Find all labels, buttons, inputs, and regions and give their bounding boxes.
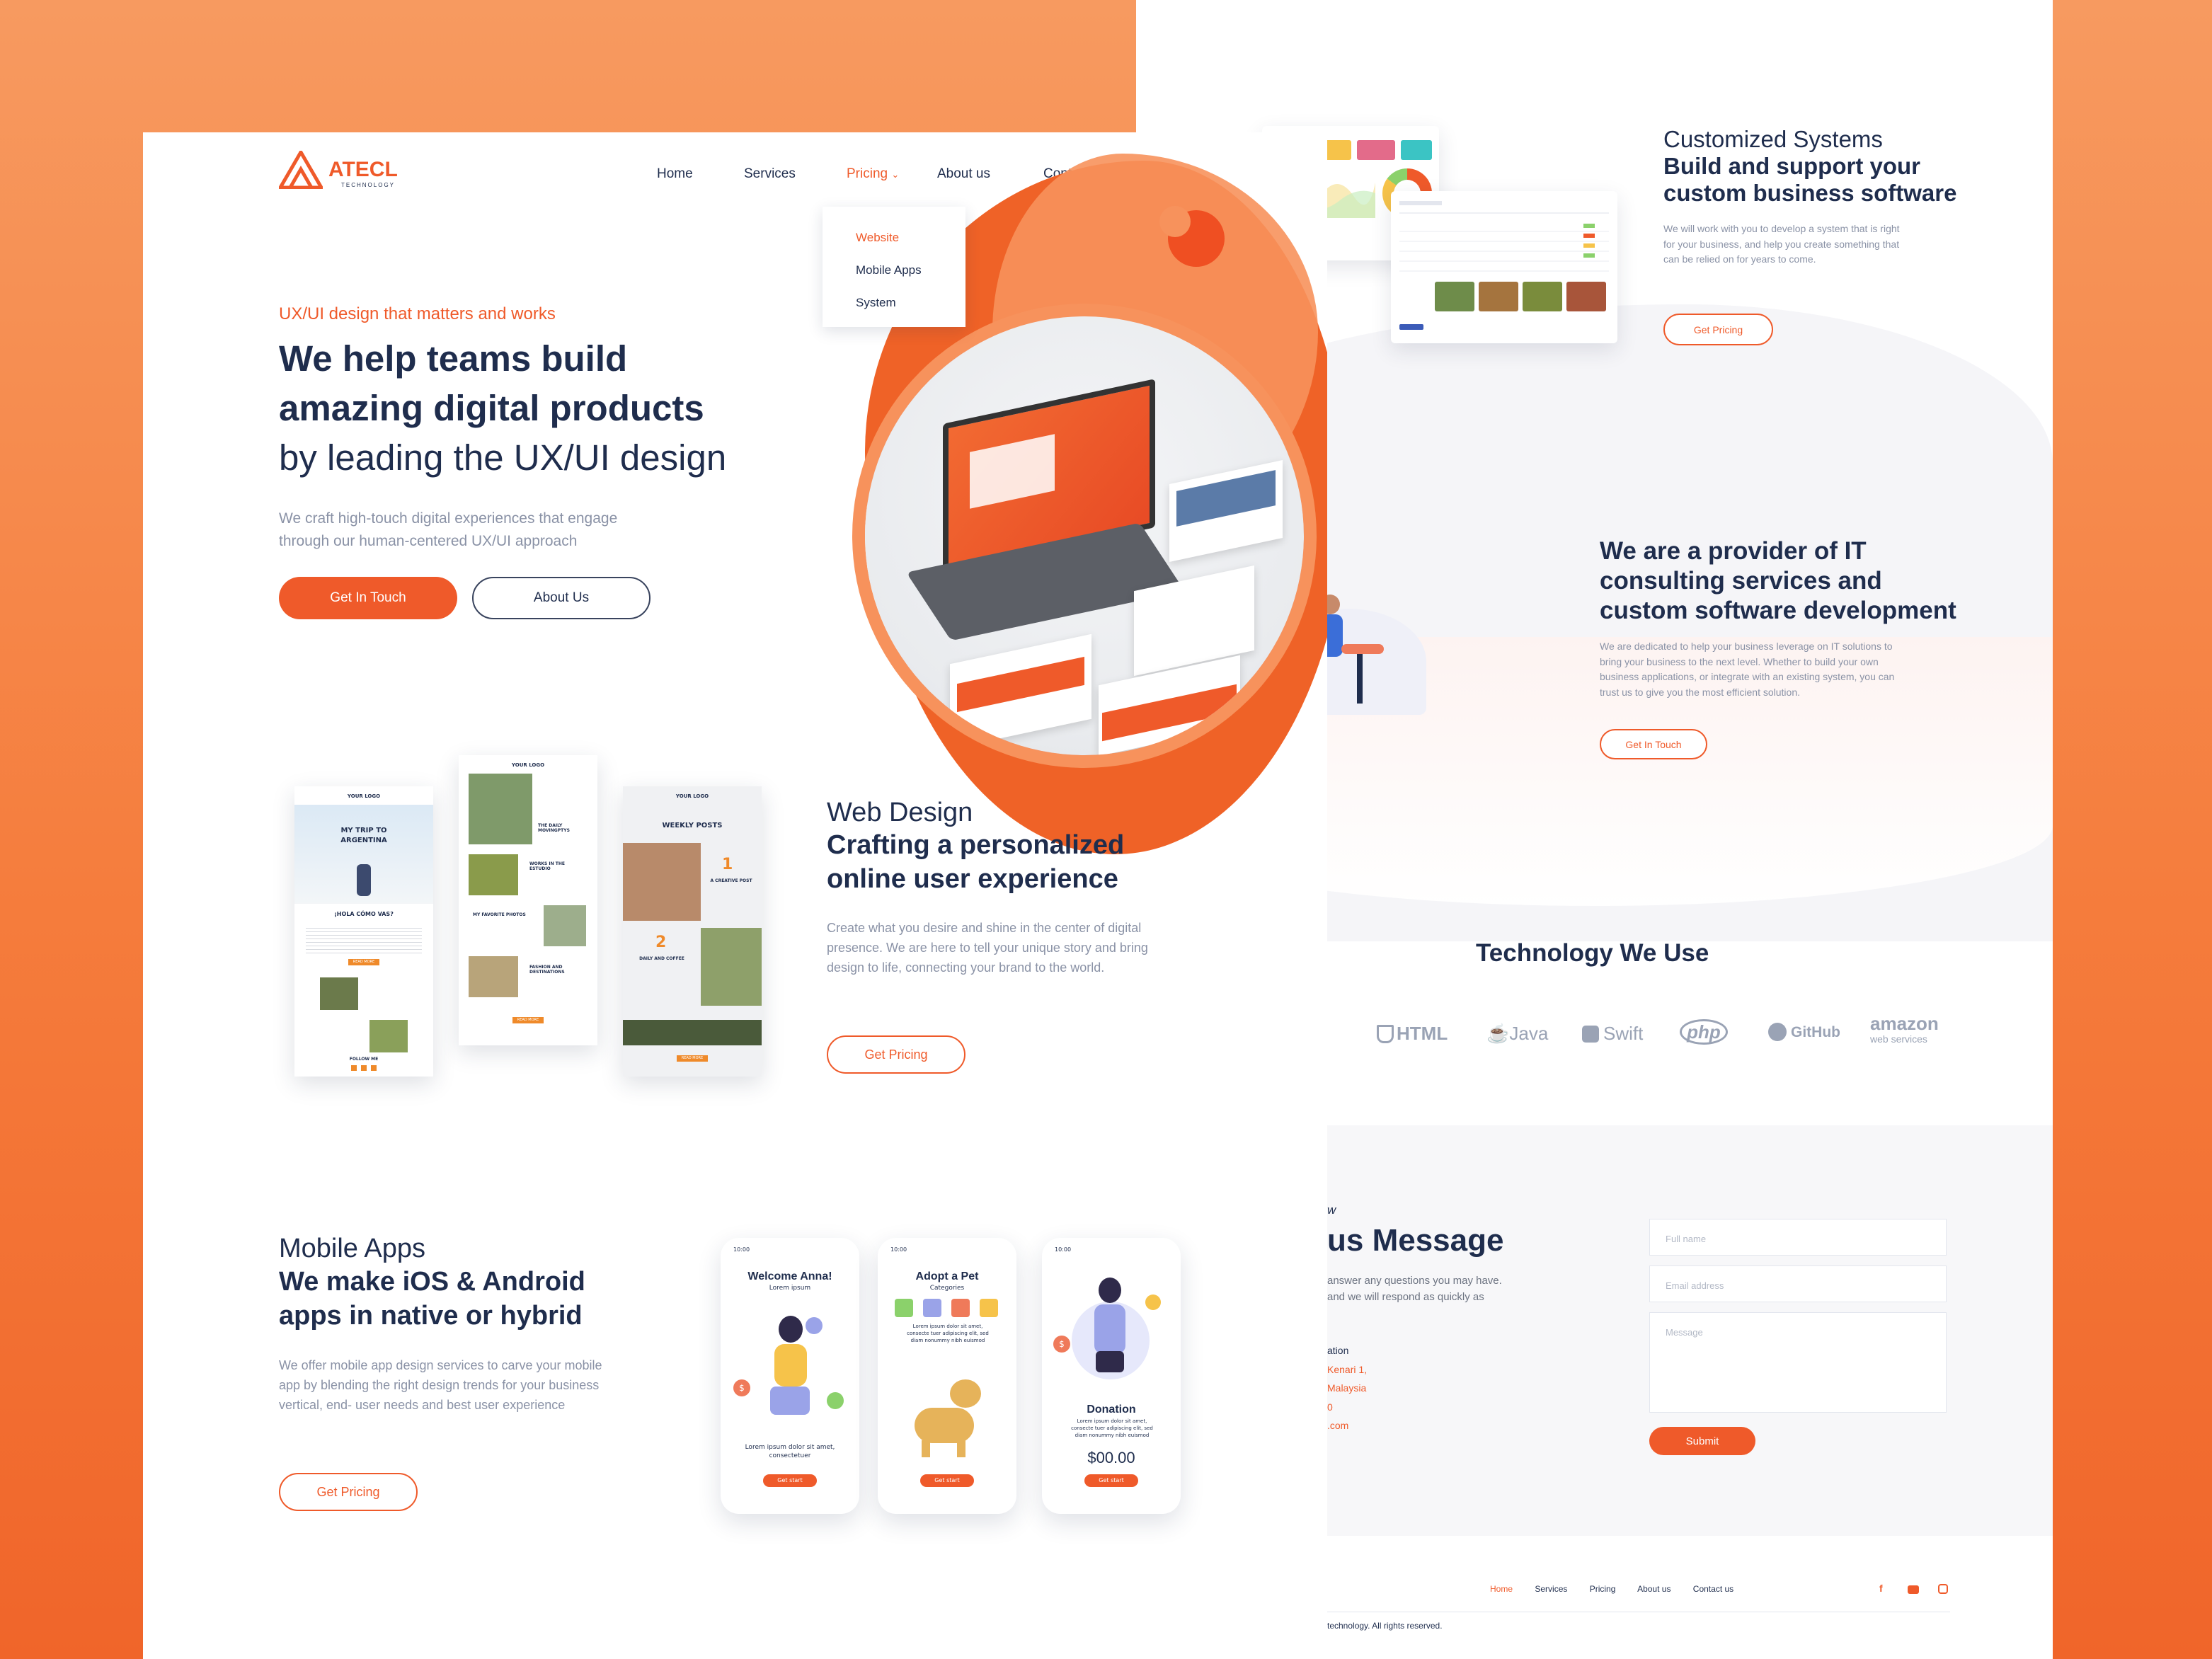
dropdown-item-system[interactable]: System	[856, 296, 896, 310]
dropdown-item-website[interactable]: Website	[856, 231, 899, 245]
html5-icon	[1377, 1025, 1394, 1043]
facebook-icon[interactable]: f	[1879, 1583, 1883, 1594]
systems-desc: We will work with you to develop a syste…	[1663, 223, 1900, 265]
nav-about[interactable]: About us	[937, 166, 990, 182]
contact-kicker-fragment: w	[1327, 1203, 1336, 1217]
phone-adopt-pet: 10:00 Adopt a Pet Categories Lorem ipsum…	[878, 1238, 1016, 1514]
contact-address-line: Kenari 1,	[1327, 1363, 1368, 1375]
pricing-dropdown: Website Mobile Apps System	[823, 207, 965, 327]
mobile-apps-get-pricing-button[interactable]: Get Pricing	[279, 1473, 418, 1511]
systems-get-pricing-button[interactable]: Get Pricing	[1663, 314, 1773, 345]
provider-get-in-touch-button[interactable]: Get In Touch	[1600, 729, 1707, 759]
email-template-weekly: YOUR LOGO WEEKLY POSTS 1 A CREATIVE POST…	[623, 786, 762, 1077]
footer-link-home[interactable]: Home	[1490, 1584, 1513, 1594]
footer-link-contact[interactable]: Contact us	[1693, 1584, 1734, 1594]
email-address-input[interactable]: Email address	[1649, 1265, 1947, 1302]
nav-services[interactable]: Services	[744, 166, 796, 182]
dog-illustration	[907, 1379, 992, 1457]
chevron-down-icon: ⌄	[891, 169, 900, 180]
swift-logo: Swift	[1582, 1023, 1643, 1045]
php-logo: php	[1680, 1019, 1728, 1045]
donation-amount: $00.00	[1087, 1449, 1135, 1466]
web-design-kicker: Web Design	[827, 798, 973, 827]
submit-button[interactable]: Submit	[1649, 1427, 1755, 1455]
brand-tagline: TECHNOLOGY	[341, 182, 396, 188]
provider-desc: We are dedicated to help your business l…	[1600, 641, 1895, 699]
swift-bird-icon	[1582, 1026, 1599, 1043]
html-logo: HTML	[1377, 1023, 1448, 1045]
phone-welcome: 10:00 Welcome Anna! Lorem ipsum $ Lorem …	[721, 1238, 859, 1514]
java-logo: ☕Java	[1486, 1023, 1549, 1044]
github-octocat-icon	[1768, 1023, 1787, 1041]
github-logo: GitHub	[1768, 1023, 1840, 1041]
donation-illustration	[1072, 1273, 1150, 1401]
full-name-input[interactable]: Full name	[1649, 1219, 1947, 1256]
adopt-get-start-button[interactable]: Get start	[920, 1474, 974, 1487]
hero-title-line3: by leading the UX/UI design	[279, 437, 727, 478]
welcome-get-start-button[interactable]: Get start	[763, 1474, 817, 1487]
mobile-apps-description: We offer mobile app design services to c…	[279, 1358, 602, 1412]
copyright-text: technology. All rights reserved.	[1327, 1621, 1443, 1631]
get-in-touch-button[interactable]: Get In Touch	[279, 577, 457, 619]
footer-link-pricing[interactable]: Pricing	[1590, 1584, 1616, 1594]
hero-kicker: UX/UI design that matters and works	[279, 304, 556, 323]
systems-kicker: Customized Systems	[1663, 126, 1883, 152]
youtube-icon[interactable]	[1908, 1585, 1919, 1594]
web-design-get-pricing-button[interactable]: Get Pricing	[827, 1035, 965, 1074]
mobile-apps-kicker: Mobile Apps	[279, 1234, 426, 1263]
technology-title: Technology We Use	[1476, 939, 1709, 967]
category-icons	[895, 1299, 1001, 1317]
left-page: ATECL TECHNOLOGY Home Services Pricing ⌄…	[143, 132, 1327, 1659]
amazon-web-services-logo: amazon web services	[1870, 1013, 1939, 1045]
footer-link-about[interactable]: About us	[1637, 1584, 1671, 1594]
email-template-daily: YOUR LOGO THE DAILY MOVINGPTYS WORKS IN …	[459, 755, 597, 1045]
systems-title-line1: Build and support your	[1663, 153, 1920, 179]
web-design-title-line1: Crafting a personalized	[827, 830, 1125, 860]
atecl-logo-icon	[279, 151, 323, 189]
contact-desc: answer any questions you may have. and w…	[1327, 1275, 1502, 1304]
nav-home[interactable]: Home	[657, 166, 693, 182]
dashboard-table-screenshot	[1391, 191, 1617, 343]
dropdown-item-mobile-apps[interactable]: Mobile Apps	[856, 263, 922, 277]
contact-email-link[interactable]: .com	[1327, 1416, 1367, 1435]
hero-title-line1: We help teams build	[279, 338, 628, 379]
mobile-apps-title-line1: We make iOS & Android	[279, 1267, 585, 1297]
footer-nav: Home Services Pricing About us Contact u…	[1490, 1584, 1734, 1594]
email-template-trip: YOUR LOGO MY TRIP TO ARGENTINA ¡HOLA CÓM…	[294, 786, 433, 1077]
contact-info: ation Kenari 1, Malaysia 0 .com	[1327, 1341, 1367, 1435]
donation-get-start-button[interactable]: Get start	[1084, 1474, 1138, 1487]
java-cup-icon: ☕	[1486, 1023, 1510, 1044]
phone-donation: 10:00 $ Donation Lorem ipsum dolor sit a…	[1042, 1238, 1181, 1514]
mobile-apps-title-line2: apps in native or hybrid	[279, 1301, 583, 1331]
hero-circle-light	[1159, 206, 1191, 237]
like-icon	[806, 1317, 823, 1334]
provider-title: We are a provider of IT consulting servi…	[1600, 537, 1956, 624]
donation-dollar-icon: $	[1053, 1336, 1070, 1353]
footer-link-services[interactable]: Services	[1535, 1584, 1567, 1594]
brand-logo[interactable]: ATECL TECHNOLOGY	[279, 151, 406, 193]
hero-device-image	[865, 316, 1304, 755]
instagram-icon[interactable]	[1938, 1584, 1948, 1594]
donation-heart-icon	[1145, 1295, 1161, 1310]
dollar-icon: $	[733, 1379, 750, 1396]
contact-title: us Message	[1327, 1223, 1504, 1258]
hero-description: We craft high-touch digital experiences …	[279, 510, 618, 549]
nav-pricing[interactable]: Pricing ⌄	[847, 166, 899, 182]
web-design-description: Create what you desire and shine in the …	[827, 921, 1148, 975]
systems-title-line2: custom business software	[1663, 180, 1957, 206]
hero-title-line2: amazing digital products	[279, 388, 704, 428]
gift-icon	[827, 1392, 844, 1409]
web-design-title-line2: online user experience	[827, 864, 1118, 894]
message-textarea[interactable]: Message	[1649, 1312, 1947, 1413]
about-us-button[interactable]: About Us	[472, 577, 651, 619]
brand-name: ATECL	[328, 158, 398, 181]
